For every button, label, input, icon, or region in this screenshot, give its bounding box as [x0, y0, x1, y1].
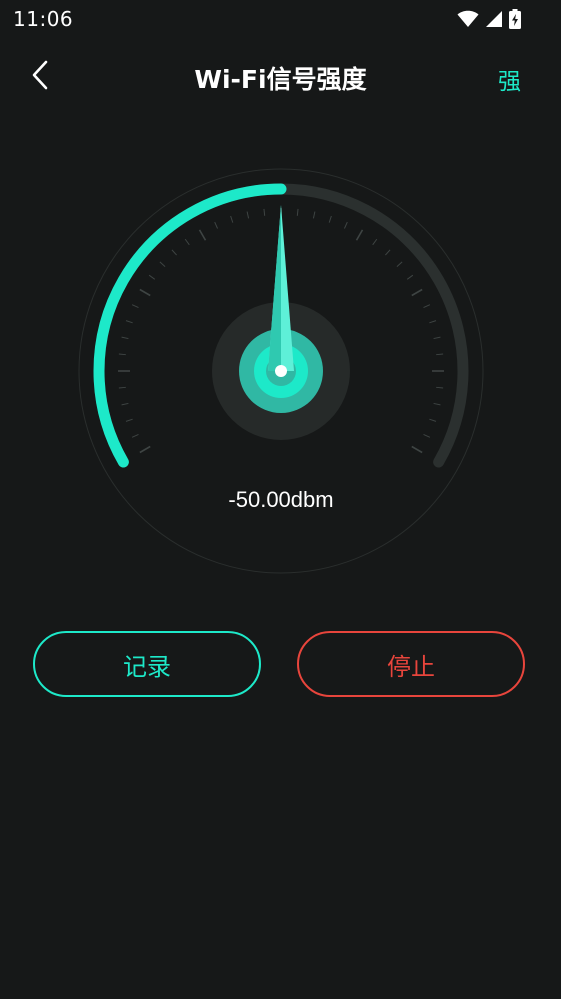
status-time: 11:06	[13, 7, 74, 31]
wifi-icon	[457, 10, 479, 27]
record-button[interactable]: 记录	[33, 631, 261, 697]
gauge-tick	[328, 215, 332, 223]
gauge-tick	[411, 288, 423, 297]
gauge-tick	[406, 274, 414, 280]
gauge-tick	[343, 221, 348, 229]
gauge-tick	[131, 304, 139, 309]
status-icons	[457, 9, 521, 29]
gauge-tick	[436, 353, 444, 356]
gauge-tick	[118, 353, 126, 356]
gauge-tick	[139, 288, 151, 297]
cellular-signal-icon	[486, 11, 502, 27]
gauge-tick	[433, 402, 441, 406]
gauge-pivot	[275, 365, 287, 377]
gauge-tick	[436, 386, 444, 389]
gauge-tick	[355, 229, 364, 241]
gauge-tick	[411, 445, 423, 454]
gauge-tick	[396, 261, 403, 267]
gauge-tick	[198, 229, 207, 241]
stop-button[interactable]: 停止	[297, 631, 525, 697]
gauge-tick	[139, 445, 151, 454]
gauge-tick	[125, 418, 133, 422]
gauge-tick	[121, 402, 129, 406]
gauge-tick	[372, 238, 378, 246]
gauge-tick	[148, 274, 156, 280]
page-title: Wi-Fi信号强度	[194, 65, 367, 94]
gauge-tick	[125, 320, 133, 324]
gauge-tick	[429, 320, 437, 324]
signal-reading: -50.00dbm	[228, 487, 334, 512]
gauge-tick	[214, 221, 219, 229]
gauge-tick	[429, 418, 437, 422]
gauge-dial	[78, 168, 484, 574]
gauge-tick	[171, 249, 177, 256]
gauge-tick	[385, 249, 391, 256]
gauge-tick	[230, 215, 234, 223]
gauge-tick	[423, 433, 431, 438]
signal-gauge: -50.00dbm	[78, 168, 484, 574]
gauge-tick	[423, 304, 431, 309]
gauge-tick	[246, 211, 250, 219]
battery-charging-icon	[509, 9, 521, 29]
gauge-tick	[184, 238, 190, 246]
status-bar: 11:06	[0, 0, 561, 40]
gauge-tick	[121, 336, 129, 340]
gauge-tick	[131, 433, 139, 438]
gauge-tick	[296, 208, 299, 216]
signal-strength-label: 强	[498, 69, 521, 95]
gauge-tick	[118, 386, 126, 389]
gauge-tick	[159, 261, 166, 267]
gauge-tick	[263, 208, 266, 216]
gauge-needle	[268, 205, 294, 371]
nav-bar: Wi-Fi信号强度 强	[0, 46, 561, 106]
gauge-tick	[433, 336, 441, 340]
gauge-tick	[312, 211, 316, 219]
